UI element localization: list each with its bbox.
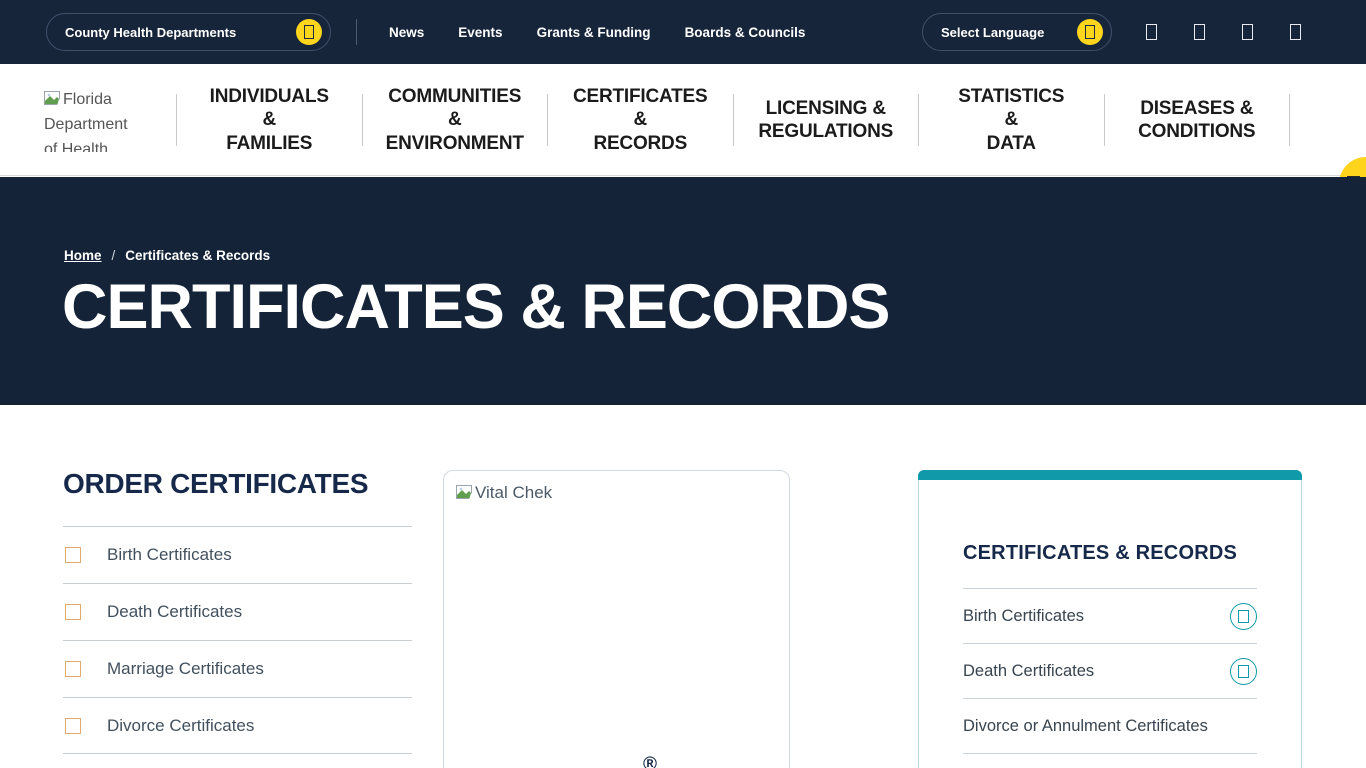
social-icons bbox=[1146, 0, 1301, 64]
breadcrumb-separator: / bbox=[112, 248, 116, 263]
language-button-label: Select Language bbox=[941, 25, 1044, 40]
order-certificates-section: ORDER CERTIFICATES Birth Certificates De… bbox=[63, 468, 412, 754]
order-link-label[interactable]: Marriage Certificates bbox=[107, 659, 264, 679]
order-certificates-list: Birth Certificates Death Certificates Ma… bbox=[63, 526, 412, 754]
nav-link-boards-councils[interactable]: Boards & Councils bbox=[685, 25, 806, 40]
main-nav-list: INDIVIDUALS & FAMILIES COMMUNITIES & ENV… bbox=[176, 64, 1290, 176]
nav-item-diseases-conditions[interactable]: DISEASES & CONDITIONS bbox=[1105, 64, 1290, 176]
county-health-departments-button[interactable]: County Health Departments bbox=[46, 13, 331, 51]
records-item-divorce[interactable]: Divorce or Annulment Certificates bbox=[963, 698, 1257, 753]
florida-doh-logo[interactable]: Florida Department of Health bbox=[44, 88, 140, 152]
records-link-label[interactable]: Birth Certificates bbox=[963, 607, 1084, 626]
registered-trademark-symbol: ® bbox=[643, 754, 657, 768]
globe-icon bbox=[1077, 19, 1103, 45]
vitalchek-card[interactable]: Vital Chek ® bbox=[443, 470, 790, 768]
nav-item-individuals-families[interactable]: INDIVIDUALS & FAMILIES bbox=[177, 64, 362, 176]
order-link-label[interactable]: Divorce Certificates bbox=[107, 716, 254, 736]
certificate-icon bbox=[65, 547, 81, 563]
chevron-down-icon bbox=[296, 19, 322, 45]
social-icon-3[interactable] bbox=[1242, 24, 1253, 40]
nav-item-statistics-data[interactable]: STATISTICS & DATA bbox=[919, 64, 1104, 176]
social-icon-2[interactable] bbox=[1194, 24, 1205, 40]
broken-image-icon bbox=[44, 91, 62, 106]
hero-banner: Home / Certificates & Records CERTIFICAT… bbox=[0, 177, 1366, 405]
breadcrumb: Home / Certificates & Records bbox=[64, 248, 270, 263]
expand-icon[interactable] bbox=[1230, 603, 1257, 630]
social-icon-1[interactable] bbox=[1146, 24, 1157, 40]
records-card-heading: CERTIFICATES & RECORDS bbox=[963, 542, 1257, 565]
nav-link-events[interactable]: Events bbox=[458, 25, 502, 40]
card-accent-bar bbox=[918, 470, 1302, 480]
records-item-marriage[interactable]: Marriage Certificates bbox=[963, 753, 1257, 768]
list-item-death-certificates[interactable]: Death Certificates bbox=[63, 583, 412, 640]
records-link-label[interactable]: Divorce or Annulment Certificates bbox=[963, 717, 1208, 736]
broken-image-icon bbox=[456, 485, 474, 500]
page: County Health Departments News Events Gr… bbox=[0, 0, 1366, 768]
nav-link-grants-funding[interactable]: Grants & Funding bbox=[537, 25, 651, 40]
order-certificates-heading: ORDER CERTIFICATES bbox=[63, 468, 412, 500]
nav-item-communities-environment[interactable]: COMMUNITIES & ENVIRONMENT bbox=[363, 64, 548, 176]
topbar-divider bbox=[356, 19, 357, 45]
certificate-icon bbox=[65, 718, 81, 734]
order-link-label[interactable]: Death Certificates bbox=[107, 602, 242, 622]
nav-item-licensing-regulations[interactable]: LICENSING & REGULATIONS bbox=[734, 64, 919, 176]
breadcrumb-current: Certificates & Records bbox=[125, 248, 270, 263]
certificates-records-card: CERTIFICATES & RECORDS Birth Certificate… bbox=[918, 470, 1302, 768]
page-title: CERTIFICATES & RECORDS bbox=[62, 271, 889, 343]
social-icon-4[interactable] bbox=[1290, 24, 1301, 40]
certificate-icon bbox=[65, 604, 81, 620]
records-link-label[interactable]: Death Certificates bbox=[963, 662, 1094, 681]
breadcrumb-home-link[interactable]: Home bbox=[64, 248, 102, 263]
main-nav: Florida Department of Health INDIVIDUALS… bbox=[0, 64, 1366, 176]
vitalchek-image-alt: Vital Chek bbox=[475, 483, 552, 502]
records-item-birth[interactable]: Birth Certificates bbox=[963, 588, 1257, 643]
nav-item-certificates-records[interactable]: CERTIFICATES & RECORDS bbox=[548, 64, 733, 176]
certificate-icon bbox=[65, 661, 81, 677]
order-link-label[interactable]: Birth Certificates bbox=[107, 545, 232, 565]
utility-bar: County Health Departments News Events Gr… bbox=[0, 0, 1366, 64]
select-language-button[interactable]: Select Language bbox=[922, 13, 1112, 51]
utility-nav: News Events Grants & Funding Boards & Co… bbox=[389, 0, 805, 64]
card-body: CERTIFICATES & RECORDS Birth Certificate… bbox=[918, 480, 1302, 768]
records-list: Birth Certificates Death Certificates Di… bbox=[963, 588, 1257, 768]
vitalchek-broken-image: Vital Chek bbox=[456, 483, 552, 503]
nav-link-news[interactable]: News bbox=[389, 25, 424, 40]
list-item-birth-certificates[interactable]: Birth Certificates bbox=[63, 526, 412, 583]
records-item-death[interactable]: Death Certificates bbox=[963, 643, 1257, 698]
list-item-marriage-certificates[interactable]: Marriage Certificates bbox=[63, 640, 412, 697]
expand-icon[interactable] bbox=[1230, 658, 1257, 685]
list-item-divorce-certificates[interactable]: Divorce Certificates bbox=[63, 697, 412, 754]
county-button-label: County Health Departments bbox=[65, 25, 236, 40]
